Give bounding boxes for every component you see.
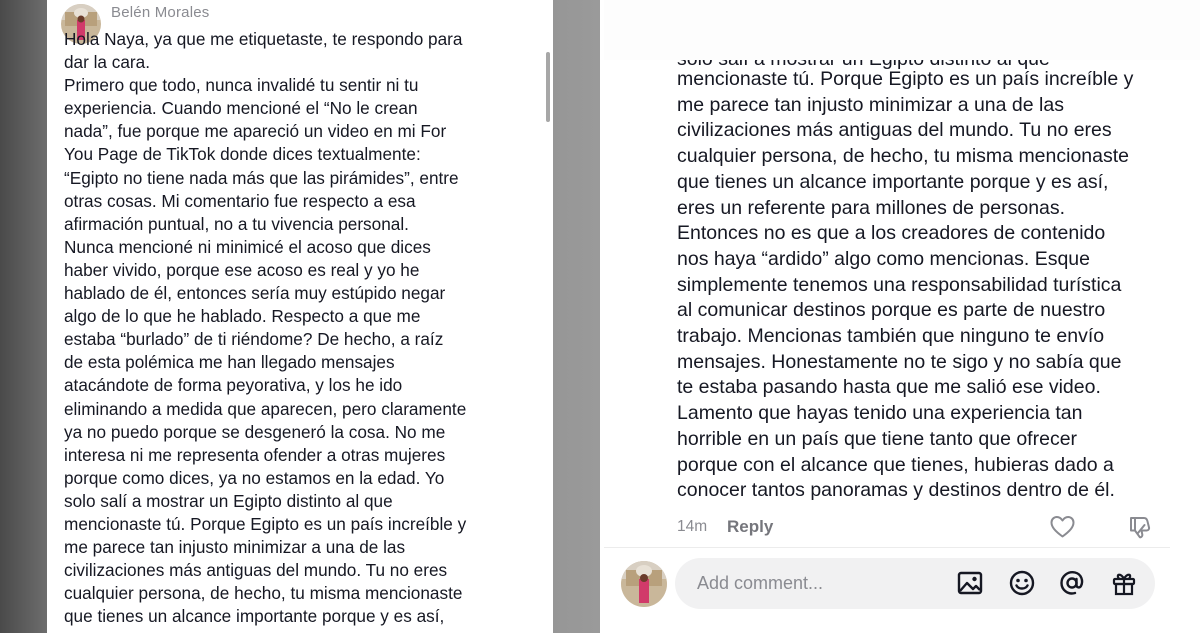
comment-text: Hola Naya, ya que me etiquetaste, te res… — [64, 28, 539, 628]
comment-line: mensajes. Honestamente no te sigo y no s… — [677, 350, 1122, 373]
current-user-avatar[interactable] — [621, 561, 667, 607]
emoji-icon[interactable] — [1008, 569, 1036, 597]
comment-line: dar la cara. — [64, 52, 150, 73]
reply-button[interactable]: Reply — [727, 517, 773, 537]
comment-line: experiencia. Cuando mencioné el “No le c… — [64, 98, 418, 119]
bottom-fill — [604, 624, 1200, 633]
comment-line: solo salí a mostrar un Egipto distinto a… — [64, 490, 393, 511]
comment-line: Hola Naya, ya que me etiquetaste, te res… — [64, 29, 463, 49]
comment-line: eres un referente para millones de perso… — [677, 196, 1066, 219]
comment-input[interactable] — [697, 571, 927, 595]
comment-line: otras cosas. Mi comentario fue respecto … — [64, 190, 416, 211]
comment-line: civilizaciones más antiguas del mundo. T… — [677, 119, 1112, 142]
comment-line: porque como dices, ya no estamos en la e… — [64, 467, 445, 488]
comment-line: mencionaste tú. Porque Egipto es un país… — [677, 68, 1134, 90]
comment-line: estaba “burlado” de ti riéndome? De hech… — [64, 329, 444, 350]
comment-line: You Page de TikTok donde dices textualme… — [64, 144, 421, 165]
comment-author[interactable]: Belén Morales — [111, 4, 209, 21]
comment-line: de esta polémica me han llegado mensajes — [64, 352, 395, 373]
heart-icon[interactable] — [1050, 515, 1075, 539]
comment-line: “Egipto no tiene nada más que las pirámi… — [64, 167, 459, 188]
image-icon[interactable] — [956, 569, 984, 597]
dislike-icon[interactable] — [1127, 515, 1152, 540]
comment-line: al comunicar destinos porque es parte de… — [677, 299, 1106, 322]
comment-line: Lamento que hayas tenido una experiencia… — [677, 402, 1083, 425]
comment-line: algo de lo que he hablado. Respecto a qu… — [64, 306, 421, 327]
comment-line: hablado de él, entonces sería muy estúpi… — [64, 283, 446, 304]
comment-line: porque con el alcance que tienes, hubier… — [677, 453, 1114, 476]
comment-line: horrible en un país que tiene tanto que … — [677, 427, 1078, 450]
comment-line: cualquier persona, de hecho, tu misma me… — [677, 145, 1130, 168]
mention-icon[interactable] — [1058, 569, 1086, 597]
comment-line: cualquier persona, de hecho, tu misma me… — [64, 583, 463, 604]
avatar-image — [621, 561, 667, 607]
comment-line: Nunca mencioné ni minimicé el acoso que … — [64, 236, 431, 257]
comment-line: nada”, fue porque me apareció un video e… — [64, 121, 447, 142]
comment-line: civilizaciones más antiguas del mundo. T… — [64, 560, 448, 581]
comment-line: que tienes un alcance importante porque … — [677, 170, 1109, 193]
comment-line: me parece tan injusto minimizar a una de… — [677, 93, 1064, 116]
comment-input-bar — [675, 558, 1155, 609]
comment-timestamp: 14m — [677, 518, 708, 535]
comment-line: eliminando a medida que aparecen, pero c… — [64, 398, 467, 419]
comment-line: Primero que todo, nunca invalidé tu sent… — [64, 75, 419, 96]
comment-line: atacándote de forma peyorativa, y los he… — [64, 375, 403, 396]
comment-line: Entonces no es que a los creadores de co… — [677, 222, 1106, 245]
comment-line: trabajo. Mencionas también que ninguno t… — [677, 325, 1105, 348]
comment-line: haber vivido, porque ese acoso es real y… — [64, 259, 420, 280]
comment-line: mencionaste tú. Porque Egipto es un país… — [64, 513, 467, 534]
comment-line: interesa ni me representa ofender a otra… — [64, 444, 446, 465]
gift-icon[interactable] — [1110, 569, 1138, 597]
comment-line: te estaba pasando hasta que me salió ese… — [677, 376, 1101, 399]
top-bar — [604, 0, 1200, 60]
comment-line: me parece tan injusto minimizar a una de… — [64, 537, 406, 558]
comment-line: simplemente tenemos una responsabilidad … — [677, 273, 1122, 296]
scrollbar[interactable] — [546, 52, 550, 122]
comment-line: afirmación puntual, no a tu vivencia per… — [64, 213, 409, 234]
comment-line: nos haya “ardido” algo como mencionas. E… — [677, 247, 1090, 270]
comment-text-continued: mencionaste tú. Porque Egipto es un país… — [677, 67, 1177, 504]
comment-line: ya no puedo porque se desgeneró la cosa.… — [64, 421, 446, 442]
comment-line: que tienes un alcance importante porque … — [64, 606, 445, 627]
divider — [604, 547, 1170, 548]
comment-line: conocer tantos panoramas y destinos dent… — [677, 479, 1115, 502]
left-comment-card: Belén Morales Hola Naya, ya que me etiqu… — [47, 0, 553, 633]
